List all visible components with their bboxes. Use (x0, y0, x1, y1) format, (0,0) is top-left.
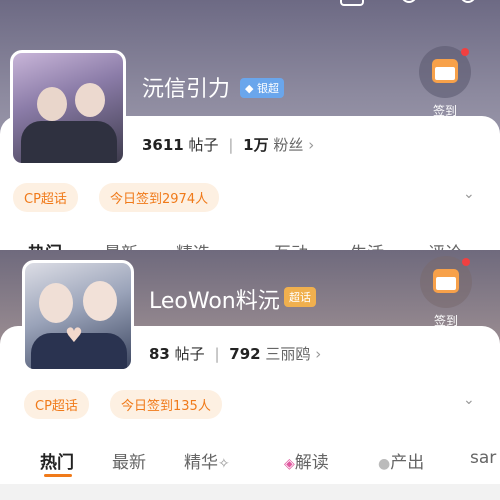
chevron-down-icon[interactable]: ⌄ (463, 186, 475, 202)
silver-badge[interactable]: ◆ 银超 (240, 78, 284, 98)
search-icon[interactable] (400, 0, 420, 11)
person-face-icon (39, 283, 73, 323)
cp-chip[interactable]: CP超话 (24, 390, 89, 419)
tab-hot[interactable]: 热门 (28, 239, 62, 250)
checkin-chip[interactable]: 今日签到135人 (110, 390, 222, 419)
topic-stats[interactable]: 3611 帖子 | 1万 粉丝 › (142, 134, 314, 155)
tab-life[interactable]: 生活 (350, 239, 384, 250)
posts-count: 83 (149, 345, 170, 363)
signin-label: 签到 (433, 314, 458, 328)
topic-title: LeoWon料沅 (149, 289, 280, 314)
calendar-icon (432, 59, 458, 83)
super-topic-badge[interactable]: 超话 (284, 287, 316, 307)
menu-icon[interactable] (340, 0, 364, 11)
tab-analysis-label: 解读 (294, 453, 329, 473)
more-icon[interactable] (458, 0, 478, 11)
topic-stats[interactable]: 83 帖子 | 792 三丽鸥 › (149, 343, 321, 364)
posts-label: 帖子 (188, 136, 219, 154)
person-face-icon (37, 87, 67, 121)
divider: | (214, 345, 220, 363)
person-face-icon (83, 281, 117, 321)
tab-featured[interactable]: 精选 (176, 239, 210, 250)
badge-label: 银超 (256, 82, 279, 95)
tab-output[interactable]: ●产出 (378, 448, 424, 473)
tab-analysis[interactable]: ◈解读 (284, 448, 329, 473)
active-tab-indicator (44, 474, 72, 477)
divider: | (228, 136, 234, 154)
tab-featured[interactable]: 精华✧ (184, 448, 230, 473)
section-divider (0, 484, 500, 500)
tab-featured-label: 精华 (184, 453, 218, 473)
chevron-down-icon[interactable]: ⌄ (463, 392, 475, 408)
ball-icon: ● (378, 456, 391, 472)
sparkle-icon: ✧ (218, 456, 230, 472)
checkin-chip[interactable]: 今日签到2974人 (99, 183, 220, 212)
jacket-shape (21, 121, 117, 163)
signin-button[interactable]: 签到 (416, 46, 474, 119)
heart-hands-icon: ♥ (65, 323, 83, 347)
fans-count: 792 (229, 345, 261, 363)
fans-label: 粉丝 (273, 136, 304, 154)
tab-more-partial[interactable]: sar (470, 448, 496, 468)
topic-title: 沅信引力 (142, 77, 231, 102)
tab-latest[interactable]: 最新 (112, 448, 146, 473)
tab-interact[interactable]: 互动 (274, 239, 308, 250)
signin-button[interactable]: 签到 (417, 256, 475, 329)
tab-latest[interactable]: 最新 (104, 239, 138, 250)
diamond-icon: ◆ (245, 82, 254, 95)
candy-icon: ◈ (284, 456, 295, 472)
person-face-icon (75, 83, 105, 117)
tab-comment[interactable]: 评论 (428, 239, 462, 250)
notification-dot (461, 48, 469, 56)
super-topic-header-top: 沅信引力 ◆ 银超 3611 帖子 | 1万 粉丝 › 签到 CP超话 今日签到… (0, 0, 500, 250)
topic-avatar[interactable] (10, 50, 126, 166)
signin-label: 签到 (432, 104, 457, 118)
cp-chip[interactable]: CP超话 (13, 183, 78, 212)
notification-dot (462, 258, 470, 266)
calendar-icon (433, 269, 459, 293)
fans-count: 1万 (243, 136, 269, 154)
posts-label: 帖子 (174, 345, 205, 363)
fans-label: 三丽鸥 (265, 345, 311, 363)
chevron-right-icon: › (308, 136, 315, 154)
topic-avatar[interactable]: ♥ (22, 260, 134, 372)
chevron-right-icon: › (315, 345, 322, 363)
posts-count: 3611 (142, 136, 184, 154)
tab-hot[interactable]: 热门 (40, 448, 74, 473)
tab-output-label: 产出 (390, 453, 425, 473)
